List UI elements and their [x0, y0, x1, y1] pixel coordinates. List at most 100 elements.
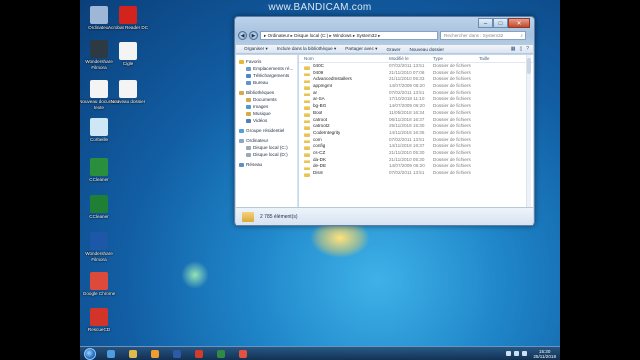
column-header[interactable]: Nom	[299, 55, 389, 62]
nav-item[interactable]: Téléchargements	[236, 72, 297, 79]
file-name: 040C	[313, 63, 324, 68]
nav-item[interactable]: Images	[236, 103, 297, 110]
ie-icon	[107, 349, 115, 358]
file-date: 21/11/2010 05:30	[389, 156, 425, 162]
preview-pane-icon[interactable]: ▯	[519, 46, 522, 52]
file-type: Dossier de fichiers	[433, 156, 471, 162]
column-header[interactable]: Modifié le	[389, 55, 433, 62]
nav-item[interactable]: Disque local (C:)	[236, 144, 297, 151]
back-icon[interactable]: ◀	[238, 31, 247, 40]
clock[interactable]: 15:30 25/11/2018	[533, 349, 556, 359]
file-row[interactable]: appmgmt 14/07/2009 06:20 Dossier de fichie…	[299, 83, 533, 90]
nav-item[interactable]: Bureau	[236, 79, 297, 86]
column-header[interactable]: Type	[433, 55, 479, 62]
file-type: Dossier de fichiers	[433, 89, 471, 95]
explorer-window[interactable]: – □ ✕ ◀ ▶ ▸ Ordinateur ▸ Disque local (C…	[234, 16, 535, 226]
file-row[interactable]: bg-BG 14/07/2009 06:20 Dossier de fichiers	[299, 103, 533, 110]
file-list: Nom Modifié le Type Taille 040C 07/02/2011 1…	[299, 55, 533, 207]
file-row[interactable]: ar 07/02/2011 13:51 Dossier de fichiers	[299, 90, 533, 97]
file-row[interactable]: 0409 21/11/2010 07:06 Dossier de fichiers	[299, 70, 533, 77]
pdf-icon	[195, 349, 203, 358]
vertical-scrollbar[interactable]	[526, 55, 531, 207]
column-header[interactable]: Taille	[479, 55, 529, 62]
file-row[interactable]: config 14/11/2018 16:37 Dossier de fichier…	[299, 143, 533, 150]
file-name: catroot2	[313, 123, 330, 129]
help-icon[interactable]: ?	[526, 46, 529, 52]
toolbar-button[interactable]: Partager avec ▾	[345, 46, 377, 52]
search-icon: ⌕	[520, 33, 523, 38]
desktop-shortcut[interactable]: Cigle	[106, 42, 150, 67]
file-name-cell: 0409	[299, 70, 389, 77]
file-type: Dossier de fichiers	[433, 109, 471, 115]
toolbar-button[interactable]: Graver	[386, 47, 400, 52]
minimize-button[interactable]: –	[478, 18, 493, 28]
desktop-shortcut-label: Google Chrome	[82, 291, 116, 296]
taskbar-button[interactable]	[212, 348, 230, 359]
file-name-cell: de-DE	[299, 163, 389, 170]
address-bar[interactable]: ▸ Ordinateur ▸ Disque local (C:) ▸ Windo…	[260, 31, 438, 40]
desktop-shortcut[interactable]: Nouveau dossier	[106, 80, 150, 105]
file-row[interactable]: catroot 06/11/2018 16:37 Dossier de fichie…	[299, 117, 533, 124]
file-row[interactable]: cs-CZ 21/11/2010 05:30 Dossier de fichiers	[299, 150, 533, 157]
nav-item[interactable]: Disque local (D:)	[236, 151, 297, 158]
start-button[interactable]	[84, 347, 96, 360]
file-type: Dossier de fichiers	[433, 123, 471, 129]
file-name-cell: com	[299, 137, 389, 144]
taskbar-button[interactable]	[102, 348, 120, 359]
flag-icon[interactable]	[506, 351, 512, 356]
scroll-thumb[interactable]	[527, 58, 531, 74]
desktop-shortcut-label: CCleaner	[89, 177, 109, 182]
file-date: 14/07/2009 06:20	[389, 83, 425, 89]
nav-item[interactable]: Groupe résidentiel	[236, 127, 297, 134]
desktop-shortcut[interactable]: CCleaner	[80, 195, 121, 220]
desktop-shortcut[interactable]: Google Chrome	[80, 272, 121, 297]
desktop-shortcut[interactable]: Corbeille	[80, 118, 121, 143]
toolbar-button[interactable]: Nouveau dossier	[410, 47, 444, 52]
nav-item[interactable]: Musique	[236, 110, 297, 117]
file-row[interactable]: Boot 11/05/2018 16:34 Dossier de fichiers	[299, 110, 533, 117]
file-name-cell: catroot2	[299, 123, 389, 130]
file-type: Dossier de fichiers	[433, 129, 471, 135]
volume-icon[interactable]	[522, 351, 528, 356]
taskbar-button[interactable]	[146, 348, 164, 359]
taskbar-button[interactable]	[124, 348, 142, 359]
file-name-cell: catroot	[299, 117, 389, 124]
file-row[interactable]: com 07/02/2011 13:51 Dossier de fichiers	[299, 137, 533, 144]
maximize-button[interactable]: □	[493, 18, 508, 28]
toolbar-button[interactable]: Organiser ▾	[244, 46, 268, 52]
toolbar-button[interactable]: Inclure dans la bibliothèque ▾	[277, 46, 337, 52]
file-row[interactable]: 040C 07/02/2011 13:51 Dossier de fichiers	[299, 63, 533, 70]
file-row[interactable]: ar-SA 17/10/2018 11:10 Dossier de fichiers	[299, 96, 533, 104]
taskbar-button[interactable]	[168, 348, 186, 359]
nav-item-label: Emplacements ré...	[253, 66, 294, 71]
file-row[interactable]: catroot2 25/11/2018 15:30 Dossier de fichi…	[299, 123, 533, 130]
nav-item[interactable]: Emplacements ré...	[236, 65, 297, 72]
file-row[interactable]: AdvancedInstallers 21/11/2010 05:33 Dossie…	[299, 76, 533, 84]
file-row[interactable]: da-DK 21/11/2010 05:30 Dossier de fichiers	[299, 157, 533, 164]
close-button[interactable]: ✕	[508, 18, 530, 28]
file-row[interactable]: Dism 07/02/2011 13:51 Dossier de fichiers	[299, 170, 533, 177]
desktop-shortcut[interactable]: RescueCD	[80, 308, 121, 333]
excel-icon	[217, 349, 225, 358]
file-row[interactable]: CodeIntegrity 14/11/2018 16:35 Dossier de …	[299, 130, 533, 137]
nav-item[interactable]: Ordinateur	[236, 137, 297, 144]
search-input[interactable]: Rechercher dans : System32 ⌕	[440, 31, 526, 40]
nav-item[interactable]: Bibliothèques	[236, 89, 297, 96]
desktop-shortcut-label: Wondershare Filmora	[85, 251, 113, 262]
desktop-shortcut[interactable]: Wondershare Filmora	[80, 232, 121, 262]
chrome-icon	[239, 349, 247, 358]
taskbar-button[interactable]	[234, 348, 252, 359]
taskbar-button[interactable]	[190, 348, 208, 359]
file-name-cell: config	[299, 143, 389, 150]
network-icon[interactable]	[514, 351, 520, 356]
nav-item[interactable]: Vidéos	[236, 117, 297, 124]
desktop-shortcut[interactable]: CCleaner	[80, 158, 121, 183]
file-date: 14/11/2018 16:35	[389, 129, 425, 135]
file-row[interactable]: de-DE 14/07/2009 06:20 Dossier de fichiers	[299, 163, 533, 170]
forward-icon[interactable]: ▶	[249, 31, 258, 40]
nav-item[interactable]: Documents	[236, 96, 297, 103]
window-caption-buttons: – □ ✕	[478, 18, 530, 28]
nav-item[interactable]: Réseau	[236, 161, 297, 168]
nav-item[interactable]: Favoris	[236, 58, 297, 65]
view-options-icon[interactable]: ▦	[511, 46, 516, 52]
